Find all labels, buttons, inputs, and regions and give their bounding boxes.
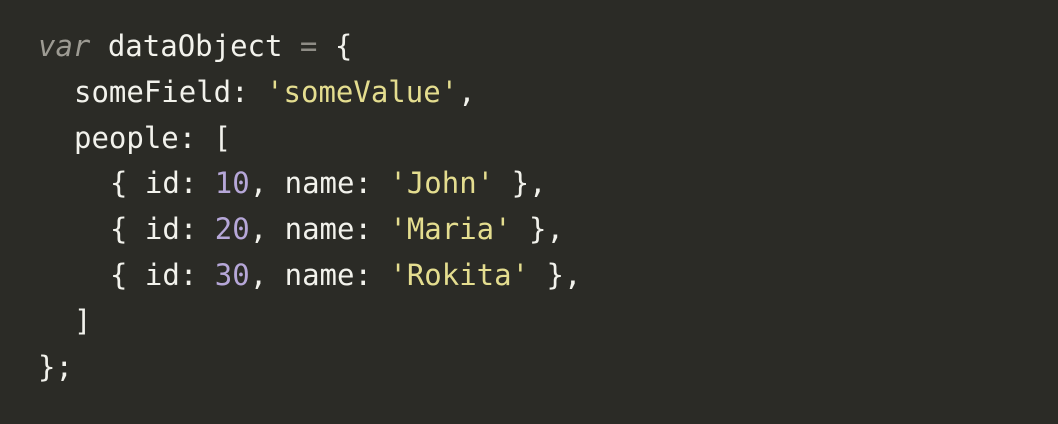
person-id-number: 20 xyxy=(214,212,250,247)
variable-name: dataObject xyxy=(90,29,300,63)
code-line-1: var dataObject = { xyxy=(38,24,1058,70)
person-mid: , name: xyxy=(249,166,390,201)
person-close: }, xyxy=(511,212,564,247)
code-line-close-brace: }; xyxy=(38,345,1058,391)
code-block: var dataObject = {someField: 'someValue'… xyxy=(38,24,1058,390)
code-line-person-2: { id: 20, name: 'Maria' }, xyxy=(38,207,1058,253)
code-line-person-1: { id: 10, name: 'John' }, xyxy=(38,161,1058,207)
person-mid: , name: xyxy=(249,212,390,247)
person-open: { id: xyxy=(110,166,215,201)
people-key: people: [ xyxy=(74,120,232,155)
keyword-var: var xyxy=(38,29,91,63)
person-mid: , name: xyxy=(249,257,390,292)
code-line-person-3: { id: 30, name: 'Rokita' }, xyxy=(38,253,1058,299)
code-line-2: someField: 'someValue', xyxy=(38,70,1058,116)
person-id-number: 30 xyxy=(214,257,250,292)
code-line-close-bracket: ] xyxy=(38,299,1058,345)
code-editor: var dataObject = {someField: 'someValue'… xyxy=(0,0,1058,424)
field-comma: , xyxy=(458,74,476,109)
person-id-number: 10 xyxy=(214,166,250,201)
person-close: }, xyxy=(494,166,547,201)
close-bracket: ] xyxy=(74,303,92,338)
code-line-3: people: [ xyxy=(38,116,1058,162)
open-brace: { xyxy=(317,29,353,63)
person-name-string: 'John' xyxy=(389,166,495,201)
person-close: }, xyxy=(529,257,582,292)
person-open: { id: xyxy=(110,212,215,247)
person-open: { id: xyxy=(110,257,215,292)
close-brace: }; xyxy=(38,349,73,384)
assign-operator: = xyxy=(299,29,318,63)
person-name-string: 'Rokita' xyxy=(389,257,530,292)
field-value-string: 'someValue' xyxy=(266,74,459,109)
person-name-string: 'Maria' xyxy=(389,212,512,247)
field-key: someField: xyxy=(74,74,267,109)
